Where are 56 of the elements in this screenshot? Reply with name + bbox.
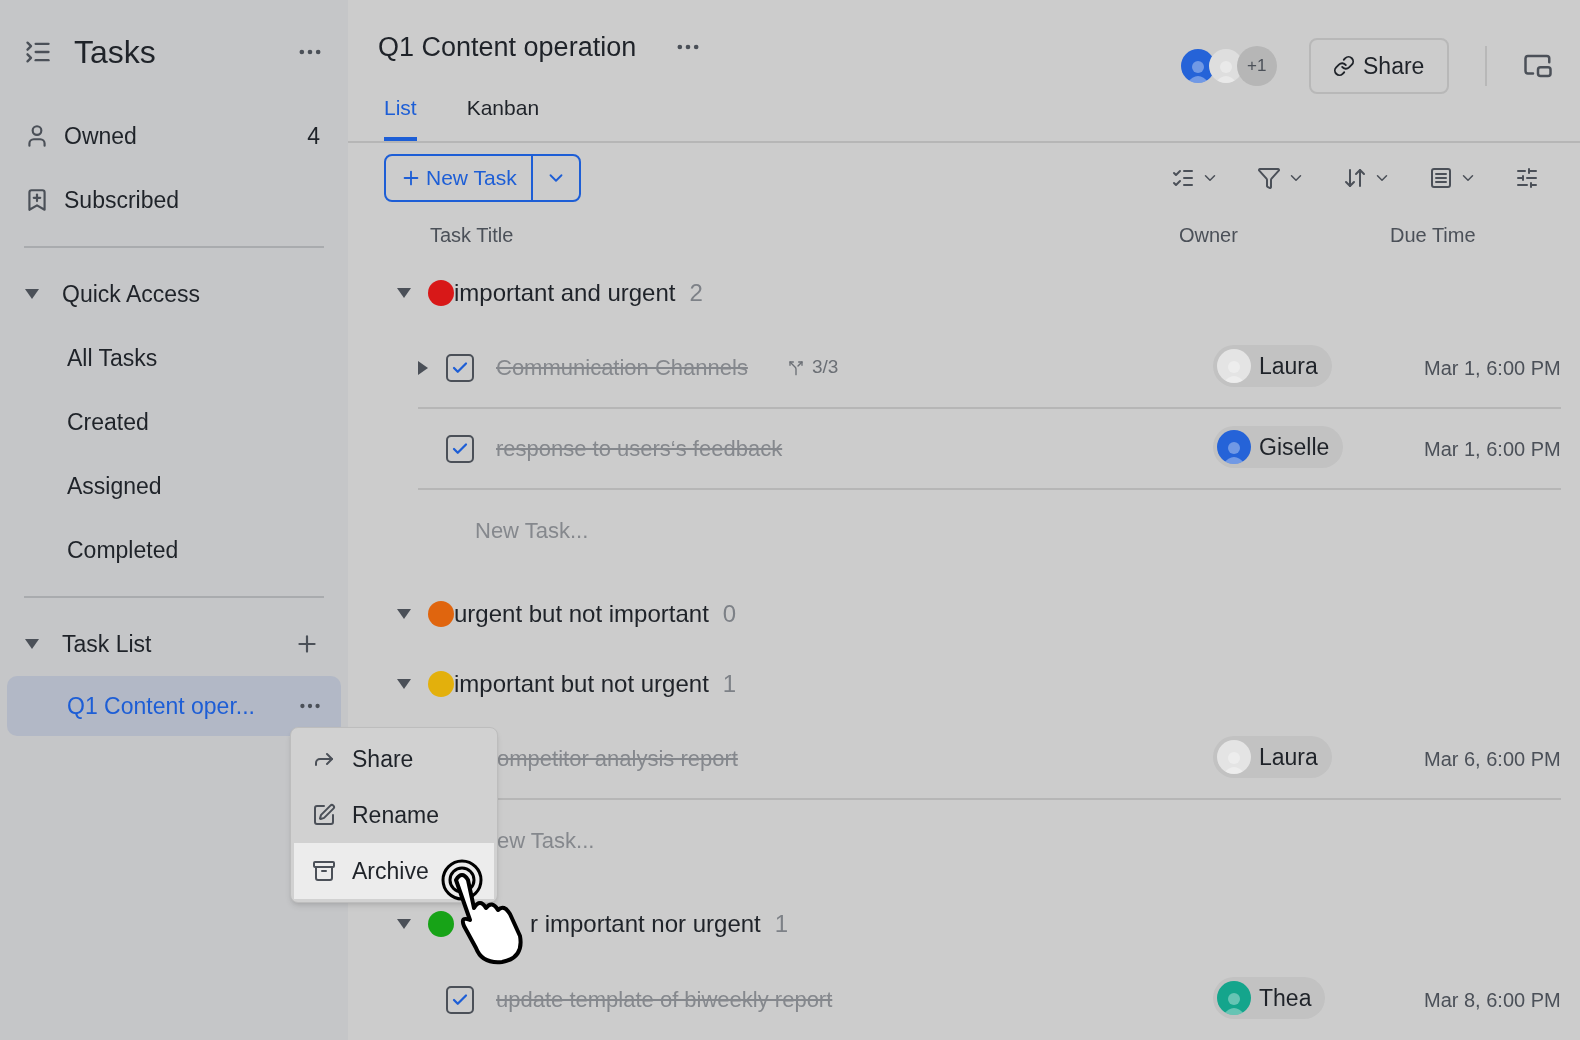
group-title: r important nor urgent (530, 909, 761, 939)
rename-icon (312, 803, 336, 827)
tab[interactable]: Kanban (466, 91, 540, 141)
owner-chip[interactable]: Laura (1213, 736, 1332, 778)
column-header: Due Time (1390, 223, 1477, 248)
archive-icon (312, 859, 336, 883)
page-title: Q1 Content operation (378, 30, 637, 64)
menu-item[interactable]: Rename (294, 787, 494, 843)
expand-icon[interactable] (418, 360, 428, 375)
owner-chip[interactable]: Giselle (1213, 426, 1344, 468)
group-count: 1 (722, 669, 737, 699)
share-button[interactable]: Share (1308, 38, 1449, 94)
due-time: Mar 1, 6:00 PM (1424, 355, 1561, 381)
sidebar-item[interactable]: Subscribed (24, 168, 324, 232)
new-task-button[interactable]: New Task (386, 155, 531, 200)
settings-icon[interactable] (1514, 165, 1539, 190)
tab[interactable]: List (384, 91, 417, 141)
owner-chip[interactable]: Thea (1213, 977, 1326, 1019)
caret-icon[interactable] (24, 638, 40, 650)
caret-icon[interactable] (24, 288, 40, 300)
group-title: important but not urgent (454, 669, 709, 699)
group-count: 1 (774, 909, 789, 939)
group-title: urgent but not important (454, 599, 709, 629)
sidebar-item[interactable]: Completed (24, 518, 324, 582)
subtask-count: 3/3 (787, 353, 839, 382)
column-header: Task Title (429, 223, 515, 248)
caret-icon[interactable] (396, 287, 412, 299)
section-header[interactable]: Task List (62, 626, 272, 662)
sidebar-item[interactable]: Owned 4 (24, 104, 324, 168)
due-time: Mar 8, 6:00 PM (1424, 987, 1561, 1013)
subtask-icon (787, 359, 804, 376)
member-count[interactable]: +1 (1236, 46, 1277, 86)
column-header: Owner (1179, 223, 1239, 248)
sidebar-item[interactable]: Assigned (24, 454, 324, 518)
due-time: Mar 1, 6:00 PM (1424, 436, 1561, 462)
due-time: Mar 6, 6:00 PM (1424, 746, 1561, 772)
collapse-sidebar-icon[interactable] (24, 38, 52, 66)
link-icon (1333, 55, 1356, 77)
group-count: 2 (689, 278, 703, 308)
count: 4 (307, 121, 320, 151)
checkbox[interactable] (446, 985, 474, 1014)
checkbox[interactable] (446, 353, 474, 382)
list-view-icon[interactable] (1428, 165, 1453, 190)
checkbox[interactable] (446, 434, 474, 463)
owner-chip[interactable]: Laura (1213, 345, 1332, 387)
group-title: important and urgent (454, 278, 676, 308)
section-header[interactable]: Quick Access (62, 276, 201, 312)
caret-icon[interactable] (396, 678, 412, 690)
group-count: 0 (722, 599, 737, 629)
sidebar-item[interactable]: All Tasks (24, 326, 324, 390)
caret-icon[interactable] (396, 918, 412, 930)
caret-icon[interactable] (396, 608, 412, 620)
filter-icon[interactable] (1256, 165, 1281, 190)
sidebar-item[interactable]: Created (24, 390, 324, 454)
menu-item[interactable]: Archive (294, 843, 494, 899)
app-title: Tasks (74, 33, 157, 72)
